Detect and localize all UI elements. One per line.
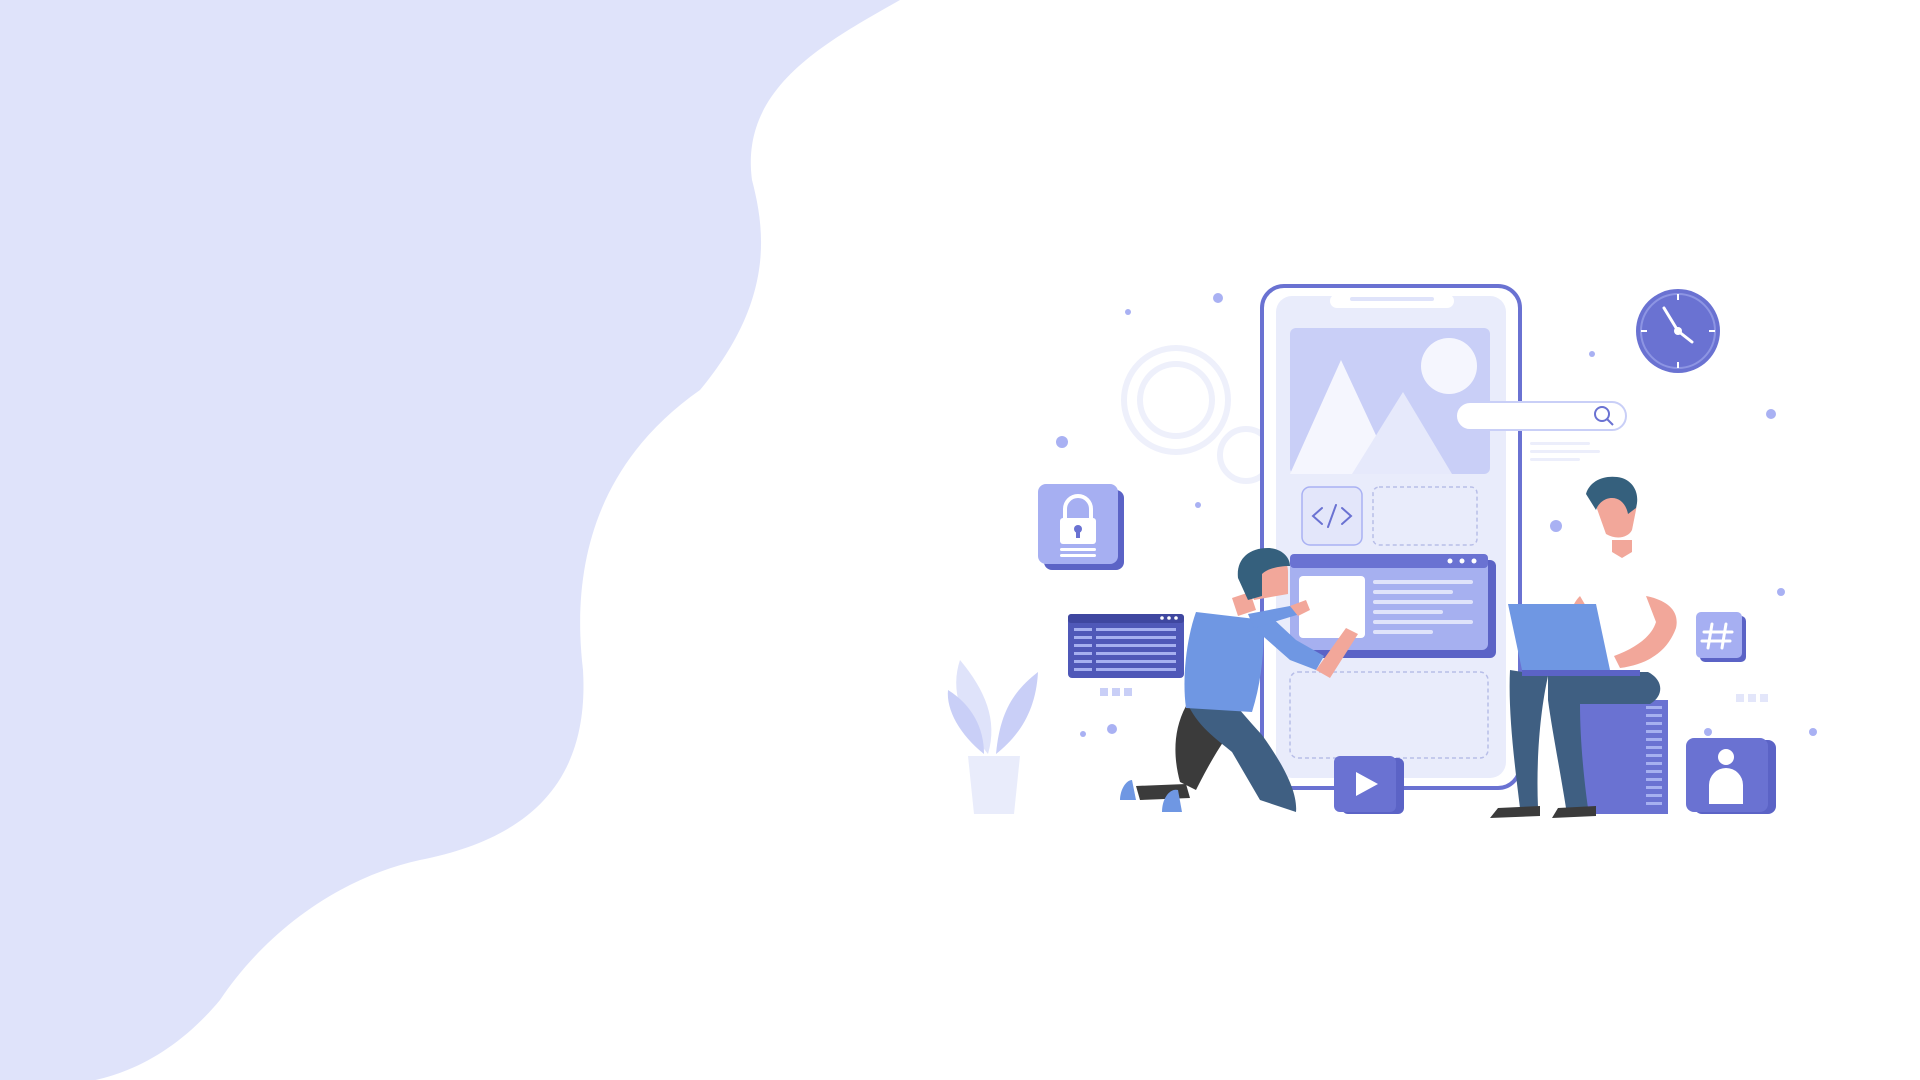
plant-icon bbox=[947, 660, 1038, 814]
user-profile-icon bbox=[1686, 738, 1776, 814]
image-placeholder-icon bbox=[1290, 328, 1490, 474]
play-icon bbox=[1334, 756, 1404, 814]
browser-window-icon bbox=[1290, 554, 1496, 658]
code-panel-icon bbox=[1068, 614, 1184, 696]
hero-illustration bbox=[0, 0, 1817, 1080]
lock-icon bbox=[1038, 484, 1124, 570]
hashtag-icon bbox=[1696, 612, 1768, 702]
background-blob bbox=[0, 0, 900, 1080]
gear-icon bbox=[1121, 345, 1275, 484]
clock-icon bbox=[1636, 289, 1720, 373]
